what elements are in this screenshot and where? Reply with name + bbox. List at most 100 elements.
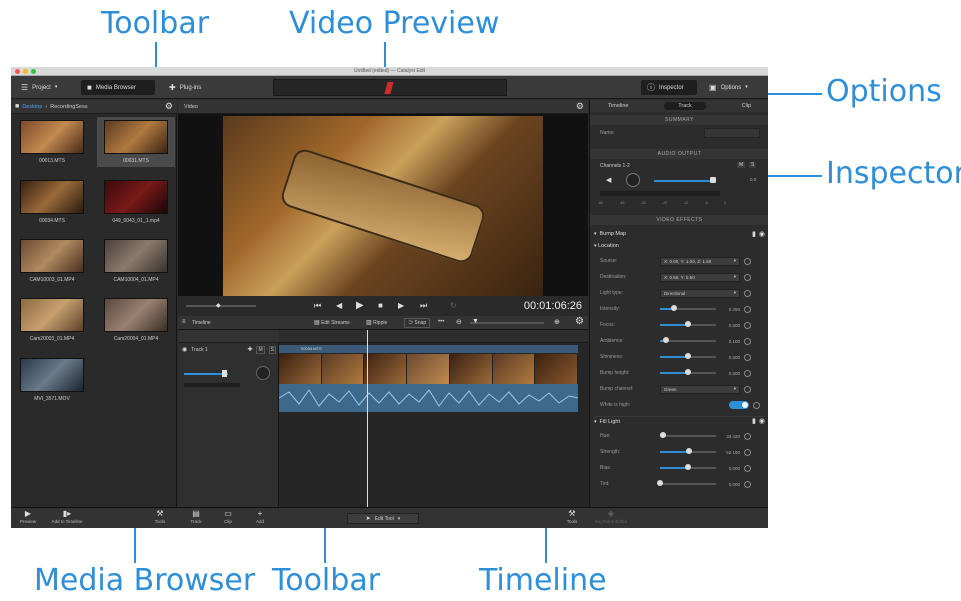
step-forward-icon[interactable]: ▶ xyxy=(398,302,404,310)
tab-timeline[interactable]: Timeline xyxy=(608,103,629,109)
tab-track[interactable]: Track xyxy=(664,102,706,110)
audio-solo-button[interactable]: S xyxy=(749,162,757,168)
add-button[interactable]: + Add xyxy=(249,510,271,525)
bump-channel-select[interactable]: Green ▾ xyxy=(660,384,740,394)
audio-waveform[interactable] xyxy=(278,384,579,412)
skip-back-icon[interactable]: ⏮ xyxy=(314,302,321,310)
tab-clip[interactable]: Clip xyxy=(742,103,751,109)
param-slider[interactable] xyxy=(660,353,716,359)
media-clip[interactable]: Cam20004_01.MP4 xyxy=(103,298,169,342)
solo-button[interactable]: S xyxy=(268,346,276,354)
clip-button[interactable]: ▭ Clip xyxy=(217,510,239,525)
keyframe-editor-button[interactable]: ◈ Keyframe Editor xyxy=(591,510,631,525)
destination-field[interactable]: X: 0.50, Y: 0.50 ▾ xyxy=(660,272,740,282)
zoom-slider[interactable]: ▼ xyxy=(470,318,544,325)
project-button[interactable]: ☰ Project ▾ xyxy=(15,80,63,95)
reset-icon[interactable] xyxy=(744,464,751,472)
tools-button[interactable]: ⚒ Tools xyxy=(149,510,171,525)
jog-slider[interactable]: ◆ xyxy=(186,303,256,309)
reset-icon[interactable] xyxy=(744,257,751,265)
fill-light-row[interactable]: ▾ Fill Light ▮ ◉ xyxy=(594,416,765,426)
track-button[interactable]: ▤ Track xyxy=(185,510,207,525)
media-clip[interactable]: MVI_3571.MOV xyxy=(19,358,85,402)
param-slider[interactable] xyxy=(660,321,716,327)
reset-icon[interactable] xyxy=(744,353,751,361)
more-icon[interactable]: ••• xyxy=(438,319,444,325)
zoom-out-icon[interactable]: ⊖ xyxy=(456,319,462,326)
bump-map-row[interactable]: ▾ Bump Map ▮ ◉ xyxy=(594,229,765,239)
video-preview[interactable] xyxy=(178,114,588,296)
track-name[interactable]: Track 1 xyxy=(191,347,207,353)
edit-streams-button[interactable]: ▤ Edit Streams xyxy=(314,320,350,326)
media-clip[interactable]: Cam20003_01.MP4 xyxy=(19,298,85,342)
snap-button[interactable]: ⊃ Snap xyxy=(404,318,431,328)
trash-icon[interactable]: ▮ xyxy=(752,231,756,238)
param-slider[interactable] xyxy=(660,464,716,470)
param-slider[interactable] xyxy=(660,448,716,454)
media-clip[interactable]: 00034.MTS xyxy=(19,180,85,224)
trash-icon[interactable]: ▮ xyxy=(752,418,756,425)
reset-icon[interactable] xyxy=(744,321,751,329)
source-field[interactable]: X: 0.00, Y: 1.00, Z: 1.50 ▾ xyxy=(660,256,740,266)
reset-icon[interactable] xyxy=(744,289,751,297)
zoom-in-icon[interactable]: ⊕ xyxy=(554,319,560,326)
eye-icon[interactable]: ◉ xyxy=(182,347,187,353)
play-icon[interactable]: ▶ xyxy=(356,301,364,311)
reset-icon[interactable] xyxy=(744,369,751,377)
reset-icon[interactable] xyxy=(744,385,751,393)
audio-volume-slider[interactable] xyxy=(654,177,716,183)
inspector-button[interactable]: ⓘ Inspector xyxy=(641,80,697,95)
param-slider[interactable] xyxy=(660,337,716,343)
video-clip-strip[interactable] xyxy=(279,354,579,384)
param-slider[interactable] xyxy=(659,432,716,438)
preview-button[interactable]: ▶ Preview xyxy=(17,510,39,525)
location-row[interactable]: ▾ Location xyxy=(594,243,619,249)
timeline-area[interactable]: 00034.MTS xyxy=(278,330,588,507)
loop-icon[interactable]: ↻ xyxy=(450,302,457,310)
param-slider[interactable] xyxy=(660,305,716,311)
reset-icon[interactable] xyxy=(744,432,751,440)
white-high-toggle[interactable] xyxy=(729,401,749,409)
reset-icon[interactable] xyxy=(744,448,751,456)
timeline-ruler[interactable] xyxy=(279,330,588,343)
media-clip[interactable]: 00013.MTS xyxy=(19,120,85,164)
reset-icon[interactable] xyxy=(744,337,751,345)
path-root[interactable]: Desktop xyxy=(22,104,42,110)
stop-icon[interactable]: ■ xyxy=(378,302,383,310)
reset-icon[interactable] xyxy=(753,401,760,409)
track-volume-slider[interactable] xyxy=(184,370,228,377)
light-type-select[interactable]: Directional ▾ xyxy=(660,288,740,298)
speaker-icon[interactable]: ◀ xyxy=(606,177,611,184)
tools-right-button[interactable]: ⚒ Tools xyxy=(561,510,583,525)
move-icon[interactable]: ✚ xyxy=(247,347,252,353)
reset-icon[interactable] xyxy=(744,305,751,313)
eye-icon[interactable]: ◉ xyxy=(759,418,765,425)
plugins-button[interactable]: ✚ Plug-ins xyxy=(163,80,207,95)
reset-icon[interactable] xyxy=(744,480,751,488)
track-pan-knob[interactable] xyxy=(256,366,270,380)
media-browser-button[interactable]: ■ Media Browser xyxy=(81,80,155,95)
options-button[interactable]: ▣ Options ▾ xyxy=(703,80,754,95)
reset-icon[interactable] xyxy=(744,273,751,281)
name-input[interactable] xyxy=(704,128,760,138)
mute-button[interactable]: M xyxy=(256,346,265,354)
gear-icon[interactable]: ⚙ xyxy=(165,102,173,111)
gear-icon[interactable]: ⚙ xyxy=(576,102,584,111)
path-leaf[interactable]: RecordingSess xyxy=(50,104,87,110)
eye-icon[interactable]: ◉ xyxy=(759,231,765,238)
playhead[interactable] xyxy=(367,330,368,507)
ripple-button[interactable]: ▥ Ripple xyxy=(366,320,387,326)
media-clip[interactable]: CAM10004_01.MP4 xyxy=(103,239,169,283)
edit-tool-button[interactable]: ➤ Edit Tool ▾ xyxy=(347,513,419,524)
param-slider[interactable] xyxy=(657,480,716,486)
gear-icon[interactable]: ⚙ xyxy=(575,317,584,327)
media-clip[interactable]: 00031.MTS xyxy=(97,117,175,167)
skip-forward-icon[interactable]: ⏭ xyxy=(420,302,427,310)
pan-knob[interactable] xyxy=(626,173,640,187)
media-clip[interactable]: 049_0043_01_1.mp4 xyxy=(103,180,169,224)
param-slider[interactable] xyxy=(660,369,716,375)
add-to-timeline-button[interactable]: ▮▸ Add to Timeline xyxy=(45,510,89,525)
media-clip[interactable]: CAM10003_01.MP4 xyxy=(19,239,85,283)
step-back-icon[interactable]: ◀ xyxy=(336,302,342,310)
audio-mute-button[interactable]: M xyxy=(737,162,746,168)
